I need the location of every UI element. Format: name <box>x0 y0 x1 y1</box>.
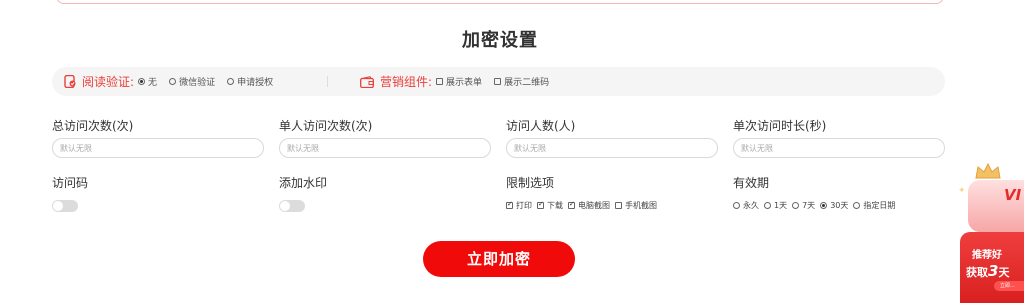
read-verify-option-apply[interactable]: 申请授权 <box>227 75 273 88</box>
restrict-pc-screenshot[interactable]: 电脑截图 <box>568 200 610 211</box>
read-verify-option-none[interactable]: 无 <box>138 75 157 88</box>
read-verify-option-wechat[interactable]: 微信验证 <box>169 75 215 88</box>
radio-selected[interactable] <box>138 78 146 85</box>
validity-1day[interactable]: 1天 <box>764 200 787 211</box>
option-label: 7天 <box>802 201 816 210</box>
total-visits-input[interactable] <box>52 138 264 158</box>
sparkle-icon: ✦ <box>958 186 966 196</box>
marketing-option-form[interactable]: 展示表单 <box>436 75 482 88</box>
validity-options: 永久 1天 7天 30天 指定日期 <box>733 200 900 211</box>
option-label: 打印 <box>516 201 532 210</box>
visitors-input[interactable] <box>506 138 718 158</box>
checkbox-checked[interactable] <box>537 200 544 209</box>
radio-selected[interactable] <box>820 202 828 209</box>
validity-custom-date[interactable]: 指定日期 <box>853 200 895 211</box>
option-label: 30天 <box>830 201 849 210</box>
marketing-option-qrcode[interactable]: 展示二维码 <box>494 75 549 88</box>
access-code-label: 访问码 <box>52 176 89 190</box>
checkbox[interactable] <box>615 202 622 209</box>
radio[interactable] <box>169 78 177 85</box>
wallet-icon <box>360 75 374 88</box>
single-visits-input[interactable] <box>279 138 491 158</box>
promo-days-number: 3 <box>988 262 999 280</box>
promo-line1: 推荐好 <box>972 250 1002 261</box>
option-label: 微信验证 <box>179 78 216 88</box>
read-verify-label: 阅读验证: <box>82 75 135 89</box>
visitors-label: 访问人数(人) <box>506 119 576 133</box>
option-label: 永久 <box>743 201 759 210</box>
validity-label: 有效期 <box>733 176 770 190</box>
duration-label: 单次访问时长(秒) <box>733 119 827 133</box>
watermark-toggle[interactable] <box>279 200 305 212</box>
restrict-label: 限制选项 <box>506 176 555 190</box>
option-label: 无 <box>148 78 158 88</box>
option-label: 1天 <box>774 201 788 210</box>
duration-input[interactable] <box>733 138 945 158</box>
checkbox[interactable] <box>494 78 502 85</box>
encrypt-now-button[interactable]: 立即加密 <box>423 241 575 277</box>
option-label: 展示二维码 <box>504 78 550 88</box>
radio[interactable] <box>227 78 235 85</box>
read-verify-group: 阅读验证: 无 微信验证 申请授权 <box>64 67 285 96</box>
crown-icon <box>975 162 1001 179</box>
option-label: 指定日期 <box>863 201 896 210</box>
option-bar: 阅读验证: 无 微信验证 申请授权 营销组件: 展示表单 展示二维码 <box>52 67 945 96</box>
validity-7day[interactable]: 7天 <box>792 200 815 211</box>
marketing-group: 营销组件: 展示表单 展示二维码 <box>360 67 561 96</box>
marketing-label: 营销组件: <box>380 75 433 89</box>
option-label: 电脑截图 <box>578 201 610 210</box>
checkbox-checked[interactable] <box>568 200 575 209</box>
single-visits-label: 单人访问次数(次) <box>279 119 373 133</box>
restrict-download[interactable]: 下载 <box>537 200 563 211</box>
phone-verify-icon <box>64 75 76 88</box>
watermark-label: 添加水印 <box>279 176 328 190</box>
promo-line2-suffix: 天 <box>998 266 1010 279</box>
promo-button[interactable]: 立即... <box>994 281 1024 291</box>
top-input-box[interactable] <box>56 0 944 4</box>
option-label: 下载 <box>547 201 563 210</box>
total-visits-label: 总访问次数(次) <box>52 119 134 133</box>
radio[interactable] <box>764 202 771 209</box>
validity-forever[interactable]: 永久 <box>733 200 759 211</box>
option-label: 展示表单 <box>446 78 483 88</box>
divider <box>327 76 328 87</box>
option-label: 手机截图 <box>625 201 657 210</box>
access-code-toggle[interactable] <box>52 200 78 212</box>
vip-promo-widget[interactable]: ✦ VI 推荐好 获取3天 立即... <box>958 160 1024 303</box>
checkbox[interactable] <box>436 78 444 85</box>
restrict-options: 打印 下载 电脑截图 手机截图 <box>506 200 662 211</box>
promo-vip-text: VI <box>1004 186 1022 204</box>
radio[interactable] <box>733 202 740 209</box>
radio[interactable] <box>853 202 861 209</box>
promo-line2: 获取3天 <box>966 262 1009 280</box>
validity-30day[interactable]: 30天 <box>820 200 848 211</box>
promo-line2-prefix: 获取 <box>966 266 988 279</box>
restrict-print[interactable]: 打印 <box>506 200 532 211</box>
option-label: 申请授权 <box>237 78 274 88</box>
radio[interactable] <box>792 202 800 209</box>
checkbox-checked[interactable] <box>506 200 513 209</box>
page-title: 加密设置 <box>462 30 538 51</box>
restrict-mobile-screenshot[interactable]: 手机截图 <box>615 200 657 211</box>
